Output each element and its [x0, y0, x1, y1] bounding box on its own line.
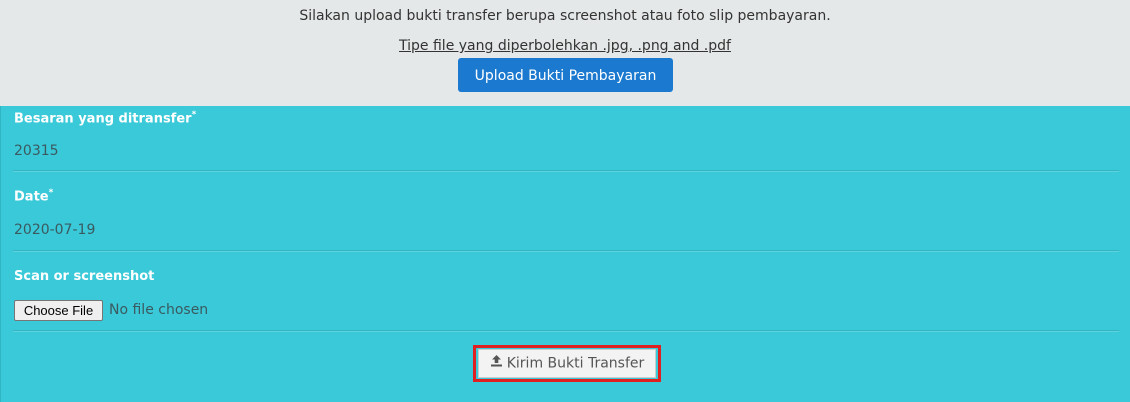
amount-required-mark: *: [191, 110, 197, 120]
send-transfer-proof-label: Kirim Bukti Transfer: [506, 355, 645, 372]
upload-icon: [490, 350, 503, 377]
date-required-mark: *: [48, 188, 54, 198]
upload-payment-proof-button[interactable]: Upload Bukti Pembayaran: [458, 58, 673, 92]
amount-value[interactable]: 20315: [14, 143, 59, 159]
divider: [13, 330, 1119, 332]
divider: [13, 250, 1119, 252]
upload-instructions-section: Silakan upload bukti transfer berupa scr…: [0, 0, 1130, 106]
amount-label: Besaran yang ditransfer*: [14, 110, 196, 126]
date-label-text: Date: [14, 189, 49, 205]
transfer-form-panel: Besaran yang ditransfer* 20315 Date* 202…: [0, 106, 1130, 402]
choose-file-button[interactable]: Choose File: [14, 300, 103, 321]
file-status-text: No file chosen: [109, 302, 209, 318]
send-transfer-proof-button[interactable]: Kirim Bukti Transfer: [478, 349, 656, 378]
date-label: Date*: [14, 188, 53, 204]
amount-label-text: Besaran yang ditransfer: [14, 111, 192, 127]
allowed-file-types-link[interactable]: Tipe file yang diperbolehkan .jpg, .png …: [0, 38, 1130, 54]
scan-label: Scan or screenshot: [14, 269, 155, 284]
date-value[interactable]: 2020-07-19: [14, 222, 95, 238]
divider: [13, 170, 1119, 172]
upload-instructions-text: Silakan upload bukti transfer berupa scr…: [299, 8, 831, 24]
